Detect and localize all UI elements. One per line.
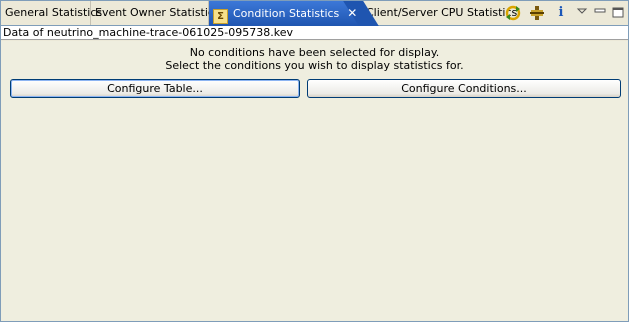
refresh-icon[interactable] [504,4,522,22]
configure-table-button[interactable]: Configure Table... [10,79,300,98]
tab-label: Event Owner Statistics [95,6,220,19]
statistics-view: General Statistics Event Owner Statistic… [0,0,629,322]
tab-client-server-cpu-statistics[interactable]: Client/Server CPU Statistics [362,1,517,25]
maximize-icon[interactable] [609,4,627,22]
debug-icon[interactable] [528,4,546,22]
tab-label: Client/Server CPU Statistics [366,6,518,19]
tab-event-owner-statistics[interactable]: Event Owner Statistics [91,1,220,25]
tab-general-statistics[interactable]: General Statistics [1,1,102,25]
tab-label: Condition Statistics [233,7,340,20]
close-icon[interactable]: ✕ [347,1,357,25]
minimize-icon[interactable] [591,4,609,22]
content-panel: No conditions have been selected for dis… [1,41,628,321]
info-icon[interactable]: i [552,4,570,22]
view-menu-icon[interactable] [573,4,591,22]
tab-bar: General Statistics Event Owner Statistic… [1,1,628,26]
empty-message-line-1: No conditions have been selected for dis… [189,46,440,59]
tab-label: General Statistics [5,6,103,19]
configure-conditions-button[interactable]: Configure Conditions... [307,79,621,98]
sigma-icon: Σ [213,9,228,24]
tab-condition-statistics[interactable]: Σ Condition Statistics ✕ [209,1,361,26]
empty-message-line-2: Select the conditions you wish to displa… [165,59,464,72]
trace-file-label: Data of neutrino_machine-trace-061025-09… [1,26,628,40]
